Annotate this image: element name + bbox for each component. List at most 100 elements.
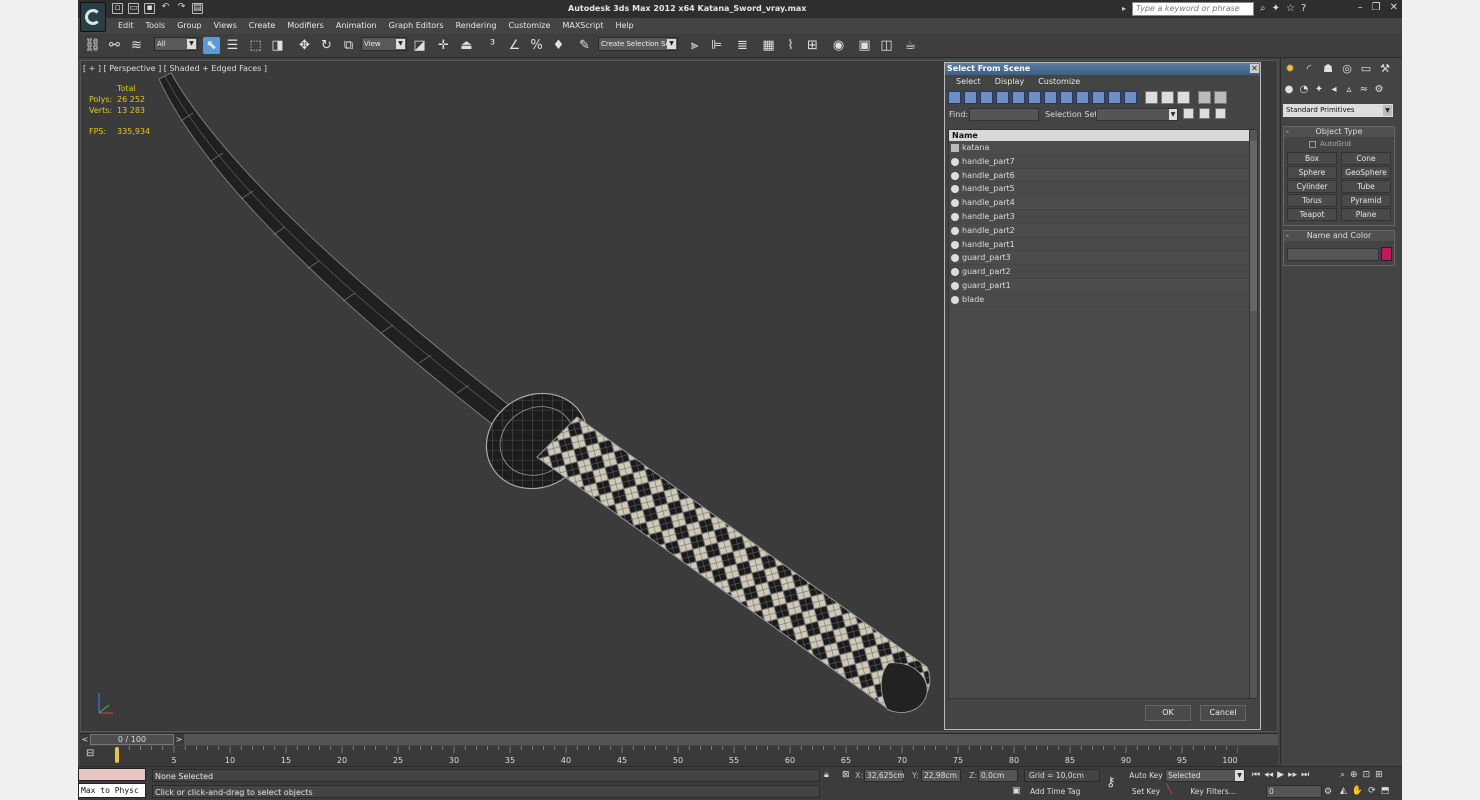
named-selection-sets-dropdown[interactable]: Create Selection Se ▼ [598,37,678,51]
add-to-selection-set-icon[interactable] [1199,108,1210,119]
list-item[interactable]: handle_part1 [949,238,1249,252]
move-icon[interactable]: ✥ [296,37,313,54]
percent-snap-icon[interactable]: % [528,37,545,54]
menu-customize[interactable]: Customize [502,19,556,33]
layer-manager-icon[interactable]: ≣ [734,37,751,54]
display-space-warps-icon[interactable] [1028,91,1041,104]
restore-icon[interactable]: ❐ [1372,2,1381,13]
mirror-icon[interactable]: ⫸ [686,37,703,54]
menu-graph-editors[interactable]: Graph Editors [383,19,450,33]
select-object-icon[interactable]: ⬉ [203,37,220,54]
reference-coordinate-dropdown[interactable]: View ▼ [361,37,407,51]
y-coordinate-field[interactable]: 22,98cm [921,769,961,782]
graphite-tools-icon[interactable]: ▦ [760,37,777,54]
edit-named-selection-icon[interactable]: ✎ [576,37,593,54]
plane-button[interactable]: Plane [1341,208,1391,221]
menu-animation[interactable]: Animation [330,19,383,33]
autogrid-checkbox[interactable]: AutoGrid [1309,140,1351,148]
close-icon[interactable]: ✕ [1250,64,1259,73]
display-geometry-icon[interactable] [948,91,961,104]
go-to-end-icon[interactable]: ⏭ [1301,770,1309,780]
find-input[interactable] [969,108,1039,121]
menu-create[interactable]: Create [243,19,282,33]
lock-icon[interactable]: 🔒︎ [824,770,829,780]
time-tag-icon[interactable]: ▣ [1012,786,1021,796]
search-expand-icon[interactable]: ▸ [1122,4,1126,13]
object-color-swatch[interactable] [1381,247,1392,261]
binoculars-icon[interactable]: ⌕ [1260,3,1266,14]
redo-icon[interactable]: ↷ [176,3,187,14]
zoom-all-icon[interactable]: ⊕ [1350,770,1358,780]
menu-help[interactable]: Help [610,19,640,33]
menu-edit[interactable]: Edit [112,19,140,33]
help-icon[interactable]: ? [1301,3,1306,14]
display-groups-icon[interactable] [1044,91,1057,104]
pan-icon[interactable]: ✋ [1352,786,1363,796]
name-column-header[interactable]: Name [949,130,1257,141]
sync-selection-icon[interactable] [1214,91,1227,104]
display-cameras-icon[interactable] [996,91,1009,104]
dialog-menu-display[interactable]: Display [988,75,1032,89]
app-logo-icon[interactable] [80,2,106,32]
bind-space-warp-icon[interactable]: ≋ [128,37,145,54]
previous-key-icon[interactable]: ◂◂ [1264,770,1273,780]
object-name-input[interactable] [1287,248,1379,261]
menu-rendering[interactable]: Rendering [450,19,503,33]
list-scrollbar[interactable] [1249,130,1257,698]
list-item[interactable]: guard_part1 [949,278,1249,293]
create-selection-set-icon[interactable] [1183,108,1194,119]
select-invert-icon[interactable] [1177,91,1190,104]
maxscript-listener-output[interactable] [78,768,146,781]
tube-button[interactable]: Tube [1341,180,1391,193]
list-item[interactable]: guard_part3 [949,251,1249,266]
render-production-icon[interactable]: ☕ [902,37,919,54]
select-all-icon[interactable] [1145,91,1158,104]
list-item[interactable]: handle_part4 [949,196,1249,210]
rotate-icon[interactable]: ↻ [318,37,335,54]
teapot-button[interactable]: Teapot [1287,208,1337,221]
key-icon[interactable]: ╲ [1166,784,1172,795]
select-none-icon[interactable] [1161,91,1174,104]
unlink-icon[interactable]: ⚯ [106,37,123,54]
go-to-start-icon[interactable]: ⏮ [1252,770,1260,780]
list-item[interactable]: handle_part5 [949,182,1249,197]
auto-key-button[interactable]: Auto Key [1128,769,1164,782]
spinner-snap-icon[interactable]: ♦ [550,37,567,54]
minimize-icon[interactable]: – [1358,2,1363,13]
sphere-button[interactable]: Sphere [1287,166,1337,179]
cameras-category-icon[interactable]: ◂ [1328,84,1340,96]
ok-button[interactable]: OK [1145,705,1191,721]
selection-filter-dropdown[interactable]: All ▼ [154,37,198,51]
schematic-view-icon[interactable]: ⊞ [804,37,821,54]
selection-set-dropdown[interactable]: ▼ [1096,108,1178,121]
menu-group[interactable]: Group [171,19,207,33]
modify-tab-icon[interactable]: ◜ [1302,62,1316,76]
search-input[interactable]: Type a keyword or phrase [1132,2,1254,16]
display-shapes-icon[interactable] [964,91,977,104]
angle-snap-icon[interactable]: ∠ [506,37,523,54]
curve-editor-icon[interactable]: ⌇ [782,37,799,54]
list-item[interactable]: handle_part6 [949,168,1249,183]
z-coordinate-field[interactable]: 0,0cm [978,769,1018,782]
display-frozen-icon[interactable] [1108,91,1121,104]
absolute-relative-icon[interactable]: ⊠ [842,770,850,780]
set-key-button[interactable]: Set Key [1128,785,1164,798]
menu-tools[interactable]: Tools [140,19,172,33]
link-icon[interactable]: ⛓ [84,37,101,54]
list-item[interactable]: guard_part2 [949,265,1249,279]
list-item[interactable]: handle_part7 [949,155,1249,169]
list-item[interactable]: katana [949,141,1249,155]
create-tab-icon[interactable]: ✹ [1283,62,1297,76]
window-crossing-icon[interactable]: ◨ [269,37,286,54]
set-key-mode-icon[interactable]: ⚷ [1106,775,1116,790]
rendered-frame-window-icon[interactable]: ◫ [878,37,895,54]
hierarchy-tab-icon[interactable]: ☗ [1321,62,1335,76]
space-warps-category-icon[interactable]: ≈ [1358,84,1370,96]
name-color-rollout-title[interactable]: - Name and Color [1284,231,1394,241]
filter-icon[interactable] [1198,91,1211,104]
cylinder-button[interactable]: Cylinder [1287,180,1337,193]
render-setup-icon[interactable]: ▣ [856,37,873,54]
zoom-extents-icon[interactable]: ⊡ [1363,770,1371,780]
current-frame-field[interactable]: 0 [1266,785,1322,798]
systems-category-icon[interactable]: ⚙ [1373,84,1385,96]
